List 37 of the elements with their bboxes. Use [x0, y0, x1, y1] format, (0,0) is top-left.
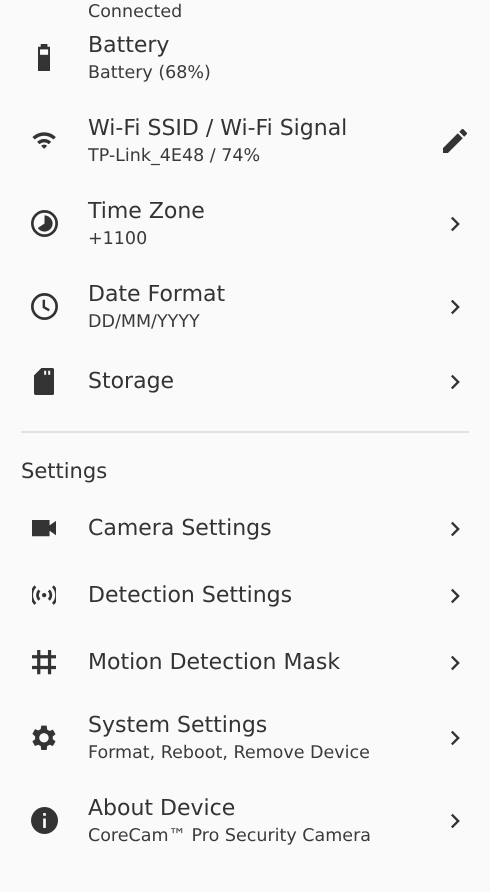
item-subtitle: Battery (68%): [88, 62, 212, 84]
item-title: Date Format: [88, 280, 226, 308]
item-title: Battery: [88, 32, 170, 60]
pencil-icon[interactable]: [443, 128, 467, 152]
wifi-icon: [32, 132, 56, 150]
item-title: Time Zone: [88, 198, 206, 226]
item-subtitle: TP-Link_4E48 / 74%: [88, 144, 262, 168]
clock-icon: [30, 293, 58, 320]
item-title: Storage: [88, 368, 176, 396]
item-title: Camera Settings: [88, 514, 273, 542]
battery-icon: [38, 44, 50, 71]
settings-item[interactable]: Date Format DD/MM/YYYY: [0, 265, 490, 348]
info-icon: [30, 807, 58, 834]
item-title: Detection Settings: [88, 582, 294, 610]
settings-item[interactable]: Wi-Fi SSID / Wi-Fi Signal TP-Link_4E48 / 74%: [0, 99, 490, 182]
settings-item[interactable]: Storage: [0, 348, 490, 415]
item-title: System Settings: [88, 712, 268, 740]
settings-item[interactable]: Camera Settings: [0, 495, 490, 562]
settings-item[interactable]: System Settings Format, Reboot, Remove Device: [0, 696, 490, 779]
settings-item[interactable]: Motion Detection Mask: [0, 629, 490, 696]
item-subtitle: DD/MM/YYYY: [88, 310, 201, 334]
item-title: Wi-Fi SSID / Wi-Fi Signal: [88, 114, 348, 142]
settings-item[interactable]: About Device CoreCam™ Pro Security Camera: [0, 779, 490, 862]
settings-icon: [31, 724, 57, 750]
video-camera-icon: [32, 520, 56, 537]
sd-card-icon: [34, 368, 54, 395]
section-header: Settings: [20, 458, 108, 485]
item-subtitle: Format, Reboot, Remove Device: [88, 742, 371, 764]
settings-item[interactable]: Detection Settings: [0, 562, 490, 629]
item-subtitle: CoreCam™ Pro Security Camera: [88, 824, 372, 848]
item-title: About Device: [88, 794, 236, 822]
clock-icon: [30, 210, 58, 237]
settings-item[interactable]: Time Zone +1100: [0, 182, 490, 265]
grid-icon: [32, 650, 56, 675]
item-title: Motion Detection Mask: [88, 648, 342, 676]
item-subtitle: +1100: [88, 228, 148, 250]
broadcast-icon: [32, 585, 56, 606]
